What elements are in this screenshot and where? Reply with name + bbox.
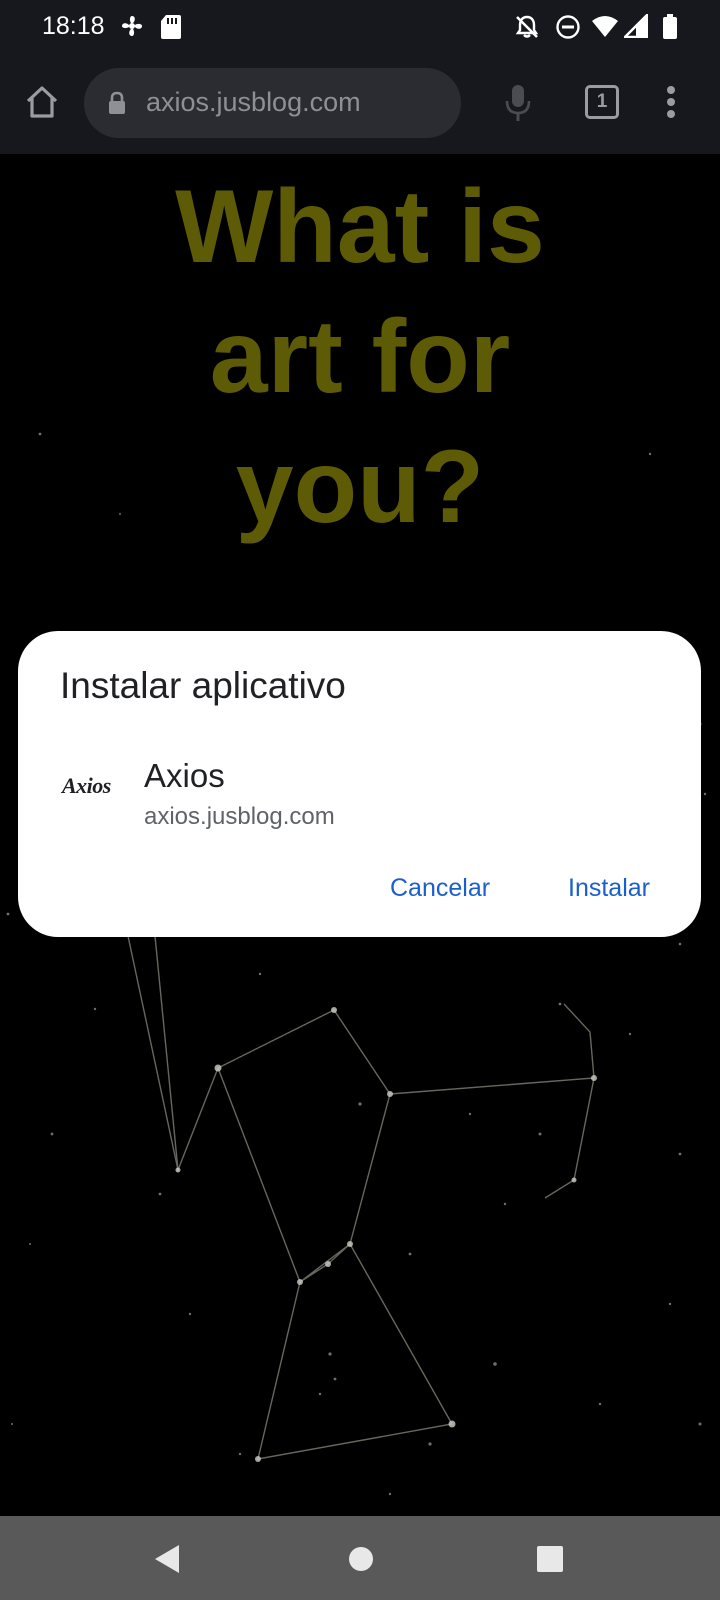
recents-icon[interactable] <box>537 1546 563 1577</box>
headline-line-3: you? <box>235 429 485 545</box>
install-button[interactable]: Instalar <box>568 874 650 903</box>
status-time: 18:18 <box>42 12 105 40</box>
screen: 18:18 axios.jusblog.com 1 What is art fo… <box>0 0 720 1600</box>
fan-icon <box>120 14 144 43</box>
dialog-title: Instalar aplicativo <box>60 665 346 706</box>
page-headline: What is art for you? <box>0 162 720 552</box>
system-navigation-bar <box>0 1516 720 1600</box>
headline-line-2: art for <box>209 299 511 415</box>
do-not-disturb-icon <box>555 14 581 45</box>
home-icon[interactable] <box>24 84 60 125</box>
url-bar[interactable]: axios.jusblog.com <box>84 68 461 138</box>
wifi-icon <box>591 14 619 43</box>
install-app-dialog: Instalar aplicativo Axios Axios axios.ju… <box>18 631 701 937</box>
battery-icon <box>662 14 678 45</box>
notifications-off-icon <box>514 14 540 45</box>
microphone-icon[interactable] <box>505 84 531 127</box>
app-name: Axios <box>144 757 225 794</box>
lock-icon <box>108 91 126 120</box>
back-icon[interactable] <box>153 1544 181 1579</box>
url-text: axios.jusblog.com <box>146 87 361 117</box>
tab-switcher-icon[interactable]: 1 <box>585 85 619 119</box>
cancel-button[interactable]: Cancelar <box>390 874 490 903</box>
browser-toolbar: axios.jusblog.com 1 <box>0 54 720 154</box>
more-menu-icon[interactable] <box>664 85 678 124</box>
headline-line-1: What is <box>175 169 545 285</box>
status-bar: 18:18 <box>0 0 720 54</box>
sd-card-icon <box>160 14 182 45</box>
home-circle-icon[interactable] <box>348 1546 374 1577</box>
signal-icon <box>622 12 649 43</box>
app-url: axios.jusblog.com <box>144 803 335 830</box>
app-logo: Axios <box>62 773 111 798</box>
